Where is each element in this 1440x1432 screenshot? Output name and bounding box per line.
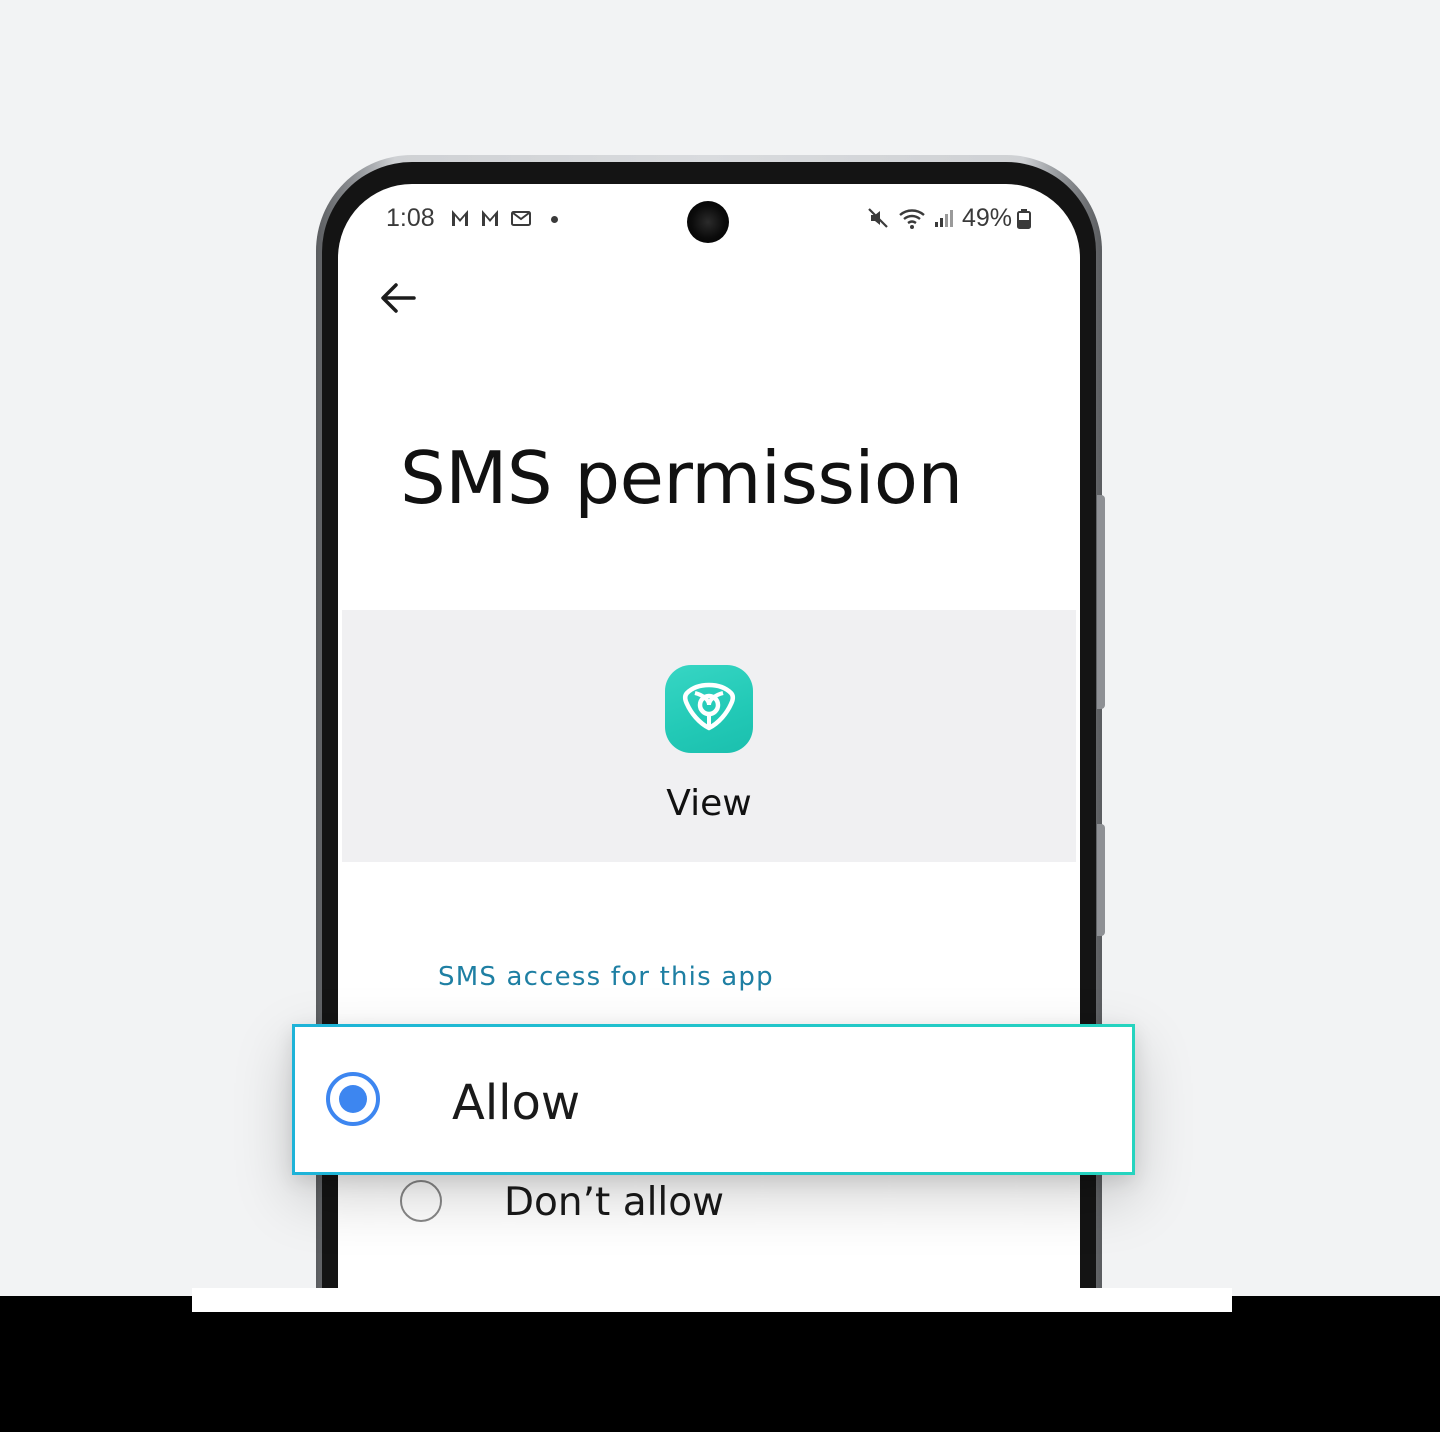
notification-m-icon <box>482 210 498 226</box>
wifi-icon <box>899 209 925 229</box>
dot-icon <box>551 216 558 223</box>
phone-screen: 1:08 49% SMS permission View SMS access … <box>338 184 1080 1384</box>
option-label: Allow <box>452 1075 581 1131</box>
phone-side-button <box>1097 495 1105 709</box>
app-info-card: View <box>342 610 1076 862</box>
page-title: SMS permission <box>400 436 963 520</box>
front-camera <box>687 201 729 243</box>
mail-icon <box>511 211 531 226</box>
bottom-bar <box>0 1296 1440 1432</box>
allow-option-highlight[interactable]: Allow <box>292 1024 1135 1175</box>
bottom-strip <box>192 1288 1232 1312</box>
view-app-icon <box>665 665 753 753</box>
app-name: View <box>666 783 752 824</box>
signal-icon <box>935 210 953 227</box>
radio-unselected-icon[interactable] <box>400 1180 442 1222</box>
option-label: Don’t allow <box>504 1180 725 1225</box>
battery-icon <box>1017 209 1031 229</box>
section-label: SMS access for this app <box>438 962 774 992</box>
arrow-left-icon[interactable] <box>376 276 420 320</box>
notification-m-icon <box>452 210 468 226</box>
phone-side-button <box>1097 824 1105 936</box>
status-time: 1:08 <box>386 204 435 232</box>
battery-percent: 49% <box>962 204 1013 232</box>
mute-icon <box>868 208 888 228</box>
radio-selected-icon[interactable] <box>326 1072 380 1126</box>
